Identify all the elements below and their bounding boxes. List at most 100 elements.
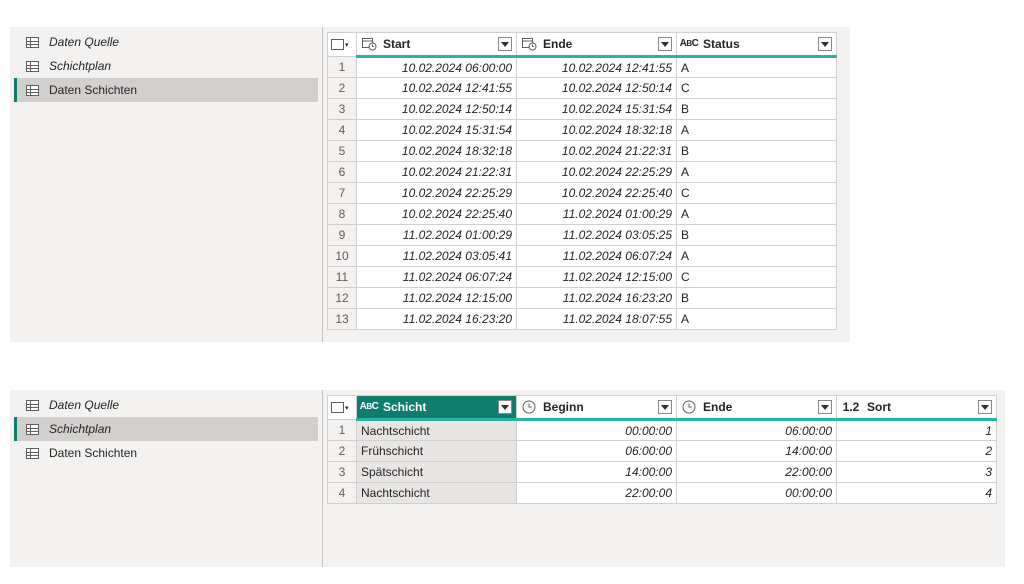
- table-cell[interactable]: A: [676, 161, 837, 183]
- filter-dropdown-button[interactable]: [498, 37, 512, 51]
- table-cell[interactable]: 11.02.2024 03:05:25: [516, 224, 677, 246]
- row-number: 3: [327, 461, 357, 483]
- table-cell[interactable]: C: [676, 182, 837, 204]
- table-cell[interactable]: Nachtschicht: [356, 419, 517, 441]
- table-cell[interactable]: C: [676, 266, 837, 288]
- table-cell[interactable]: 22:00:00: [516, 482, 677, 504]
- table-cell[interactable]: 11.02.2024 12:15:00: [356, 287, 517, 309]
- table-cell[interactable]: 10.02.2024 22:25:29: [516, 161, 677, 183]
- column-header-start[interactable]: Start: [356, 32, 517, 58]
- table-cell[interactable]: 14:00:00: [676, 440, 837, 462]
- column-header-status[interactable]: ABC Status: [676, 32, 837, 58]
- datetime-icon: [521, 37, 537, 51]
- chevron-down-icon: ▾: [345, 41, 349, 49]
- column-header-ende[interactable]: Ende: [676, 395, 837, 421]
- table-cell[interactable]: 10.02.2024 15:31:54: [356, 119, 517, 141]
- filter-dropdown-button[interactable]: [658, 37, 672, 51]
- column-header-sort[interactable]: 1.2 Sort: [836, 395, 997, 421]
- table-cell[interactable]: B: [676, 287, 837, 309]
- column-name: Beginn: [543, 400, 584, 414]
- table-cell[interactable]: 11.02.2024 06:07:24: [516, 245, 677, 267]
- table-cell[interactable]: C: [676, 77, 837, 99]
- query-label: Schichtplan: [49, 59, 112, 73]
- table-cell[interactable]: 10.02.2024 15:31:54: [516, 98, 677, 120]
- table-cell[interactable]: 4: [836, 482, 997, 504]
- column-header-schicht[interactable]: ABC Schicht: [356, 395, 517, 421]
- row-number: 4: [327, 482, 357, 504]
- table-cell[interactable]: 10.02.2024 22:25:40: [356, 203, 517, 225]
- table-menu-button[interactable]: ▾: [327, 395, 357, 420]
- filter-dropdown-button[interactable]: [978, 400, 992, 414]
- column-header-ende[interactable]: Ende: [516, 32, 677, 58]
- query-item-schichtplan[interactable]: Schichtplan: [14, 417, 318, 441]
- table-cell[interactable]: A: [676, 119, 837, 141]
- table-cell[interactable]: 11.02.2024 16:23:20: [356, 308, 517, 330]
- query-label: Daten Quelle: [49, 35, 120, 49]
- column-name: Sort: [867, 400, 891, 414]
- table-cell[interactable]: A: [676, 203, 837, 225]
- table-cell[interactable]: 10.02.2024 12:50:14: [516, 77, 677, 99]
- table-cell[interactable]: 10.02.2024 21:22:31: [356, 161, 517, 183]
- query-item-daten-schichten[interactable]: Daten Schichten: [14, 78, 318, 102]
- table-cell[interactable]: 22:00:00: [676, 461, 837, 483]
- table-icon: [26, 447, 39, 459]
- table-cell[interactable]: B: [676, 98, 837, 120]
- table-cell[interactable]: 1: [836, 419, 997, 441]
- table-cell[interactable]: Spätschicht: [356, 461, 517, 483]
- table-cell[interactable]: B: [676, 224, 837, 246]
- query-item-daten-quelle[interactable]: Daten Quelle: [14, 30, 318, 54]
- table-cell[interactable]: 10.02.2024 12:41:55: [356, 77, 517, 99]
- filter-dropdown-button[interactable]: [658, 400, 672, 414]
- table-icon: [331, 39, 344, 50]
- table-cell[interactable]: B: [676, 140, 837, 162]
- table-cell[interactable]: 10.02.2024 22:25:29: [356, 182, 517, 204]
- table-row: 11 11.02.2024 06:07:24 11.02.2024 12:15:00…: [327, 266, 837, 288]
- filter-dropdown-button[interactable]: [818, 37, 832, 51]
- table-cell[interactable]: Frühschicht: [356, 440, 517, 462]
- table-cell[interactable]: 11.02.2024 12:15:00: [516, 266, 677, 288]
- table-cell[interactable]: 10.02.2024 22:25:40: [516, 182, 677, 204]
- column-header-beginn[interactable]: Beginn: [516, 395, 677, 421]
- table-row: 13 11.02.2024 16:23:20 11.02.2024 18:07:55…: [327, 308, 837, 330]
- query-item-daten-quelle[interactable]: Daten Quelle: [14, 393, 318, 417]
- filter-dropdown-button[interactable]: [498, 400, 512, 414]
- row-number: 7: [327, 182, 357, 204]
- query-item-daten-schichten[interactable]: Daten Schichten: [14, 441, 318, 465]
- table-cell[interactable]: A: [676, 245, 837, 267]
- table-cell[interactable]: 00:00:00: [516, 419, 677, 441]
- table-cell[interactable]: 10.02.2024 12:50:14: [356, 98, 517, 120]
- query-item-schichtplan[interactable]: Schichtplan: [14, 54, 318, 78]
- table-cell[interactable]: 00:00:00: [676, 482, 837, 504]
- table-cell[interactable]: 11.02.2024 01:00:29: [356, 224, 517, 246]
- table-cell[interactable]: 10.02.2024 18:32:18: [516, 119, 677, 141]
- column-name: Status: [703, 37, 740, 51]
- table-cell[interactable]: 10.02.2024 06:00:00: [356, 56, 517, 78]
- table-row: 8 10.02.2024 22:25:40 11.02.2024 01:00:29 A: [327, 203, 837, 225]
- table-cell[interactable]: 11.02.2024 03:05:41: [356, 245, 517, 267]
- table-row: 2 Frühschicht 06:00:00 14:00:00 2: [327, 440, 997, 462]
- table-cell[interactable]: 11.02.2024 01:00:29: [516, 203, 677, 225]
- top-query-panel: Daten Quelle Schichtplan Daten Schichten…: [10, 27, 850, 342]
- table-cell[interactable]: A: [676, 308, 837, 330]
- table-menu-button[interactable]: ▾: [327, 32, 357, 57]
- table-cell[interactable]: 11.02.2024 16:23:20: [516, 287, 677, 309]
- table-cell[interactable]: 3: [836, 461, 997, 483]
- table-cell[interactable]: 2: [836, 440, 997, 462]
- table-cell[interactable]: 10.02.2024 12:41:55: [516, 56, 677, 78]
- row-number: 4: [327, 119, 357, 141]
- query-label: Daten Quelle: [49, 398, 120, 412]
- table-cell[interactable]: 06:00:00: [516, 440, 677, 462]
- table-cell[interactable]: 10.02.2024 18:32:18: [356, 140, 517, 162]
- table-cell[interactable]: 14:00:00: [516, 461, 677, 483]
- table-icon: [26, 423, 39, 435]
- table-cell[interactable]: 11.02.2024 18:07:55: [516, 308, 677, 330]
- table-cell[interactable]: 11.02.2024 06:07:24: [356, 266, 517, 288]
- table-row: 7 10.02.2024 22:25:29 10.02.2024 22:25:40 C: [327, 182, 837, 204]
- table-icon: [26, 36, 39, 48]
- filter-dropdown-button[interactable]: [818, 400, 832, 414]
- table-cell[interactable]: Nachtschicht: [356, 482, 517, 504]
- table-cell[interactable]: A: [676, 56, 837, 78]
- table-cell[interactable]: 06:00:00: [676, 419, 837, 441]
- row-number: 9: [327, 224, 357, 246]
- table-cell[interactable]: 10.02.2024 21:22:31: [516, 140, 677, 162]
